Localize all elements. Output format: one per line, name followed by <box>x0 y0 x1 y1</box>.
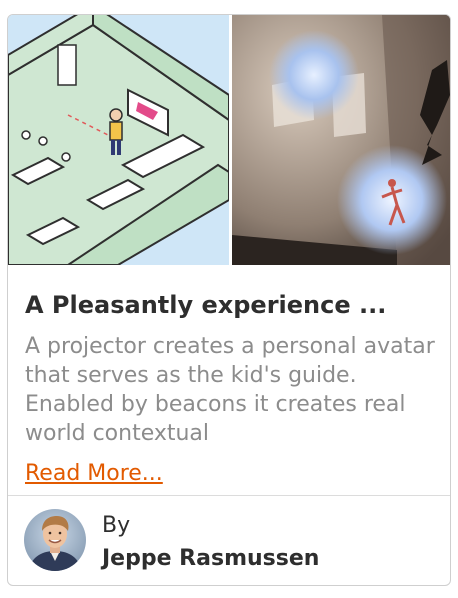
card-footer-divider <box>8 495 450 496</box>
card-media[interactable] <box>8 15 450 265</box>
project-card[interactable]: A Pleasantly experience ... A projector … <box>7 14 451 586</box>
author-name[interactable]: Jeppe Rasmussen <box>102 546 319 571</box>
projected-avatar-photo <box>232 15 450 265</box>
read-more-link[interactable]: Read More... <box>25 461 163 486</box>
card-title[interactable]: A Pleasantly experience ... <box>25 291 435 319</box>
author-avatar[interactable] <box>24 509 86 571</box>
byline-prefix: By <box>102 513 131 538</box>
card-description: A projector creates a personal avatar th… <box>25 334 435 446</box>
isometric-room-illustration <box>8 15 229 265</box>
